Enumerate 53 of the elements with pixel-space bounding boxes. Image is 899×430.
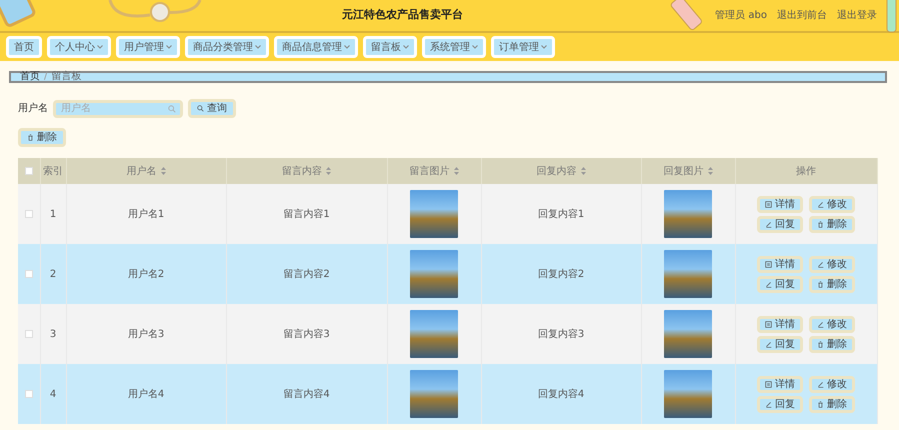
table-cell: 回复内容1: [538, 208, 584, 220]
table-cell: 回复内容2: [538, 268, 584, 280]
nav-menu-item[interactable]: 留言板: [363, 36, 417, 58]
nav-menu-item[interactable]: 系统管理: [422, 36, 486, 58]
table-cell: 用户名3: [128, 328, 164, 340]
action-button[interactable]: 详情: [757, 256, 803, 272]
nav-menu-item[interactable]: 商品分类管理: [185, 36, 269, 58]
action-button[interactable]: 回复: [757, 276, 803, 292]
action-button[interactable]: 回复: [757, 216, 803, 232]
action-button[interactable]: 回复: [757, 336, 803, 352]
table-cell: 回复内容4: [538, 388, 584, 400]
table-cell: 留言内容1: [283, 208, 330, 220]
nav-menu-item[interactable]: 个人中心: [47, 36, 111, 58]
table-cell: 用户名1: [128, 208, 164, 220]
breadcrumb-item: 留言板: [51, 72, 82, 82]
nav-menu-item[interactable]: 订单管理: [491, 36, 555, 58]
table-cell: 用户名2: [128, 268, 164, 280]
table-cell: 用户名4: [128, 388, 164, 400]
breadcrumb-item[interactable]: 首页: [20, 72, 40, 82]
search-label: 用户名: [18, 102, 48, 116]
action-button[interactable]: 修改: [809, 316, 855, 332]
user-label: 管理员 abo: [715, 9, 767, 23]
table-cell: 回复内容3: [538, 328, 584, 340]
header-link[interactable]: 退出到前台: [777, 8, 827, 23]
nav-menu-item[interactable]: 首页: [6, 36, 42, 58]
search-field[interactable]: 用户名: [53, 100, 183, 118]
action-button[interactable]: 修改: [809, 376, 855, 392]
delete-button[interactable]: 删除: [18, 128, 66, 147]
action-button[interactable]: 详情: [757, 376, 803, 392]
nav-menu-item[interactable]: 用户管理: [116, 36, 180, 58]
action-button[interactable]: 回复: [757, 396, 803, 412]
column-header: 索引: [43, 166, 63, 176]
row-index: 4: [50, 388, 56, 400]
action-button[interactable]: 详情: [757, 316, 803, 332]
row-index: 3: [50, 328, 56, 340]
action-button[interactable]: 修改: [809, 196, 855, 212]
breadcrumb-separator: /: [44, 72, 48, 82]
table-cell: 留言内容2: [283, 268, 330, 280]
action-button[interactable]: 删除: [809, 336, 855, 352]
row-index: 1: [50, 208, 56, 220]
row-index: 2: [50, 268, 56, 280]
header-link[interactable]: 退出登录: [837, 8, 877, 23]
column-header: 操作: [796, 166, 816, 176]
action-button[interactable]: 删除: [809, 396, 855, 412]
action-button[interactable]: 删除: [809, 276, 855, 292]
query-button[interactable]: 查询: [188, 99, 236, 118]
table-cell: 留言内容4: [283, 388, 330, 400]
table-cell: 留言内容3: [283, 328, 330, 340]
action-button[interactable]: 修改: [809, 256, 855, 272]
action-button[interactable]: 删除: [809, 216, 855, 232]
action-button[interactable]: 详情: [757, 196, 803, 212]
nav-menu-item[interactable]: 商品信息管理: [274, 36, 358, 58]
site-title: 元江特色农产品售卖平台: [342, 8, 464, 22]
